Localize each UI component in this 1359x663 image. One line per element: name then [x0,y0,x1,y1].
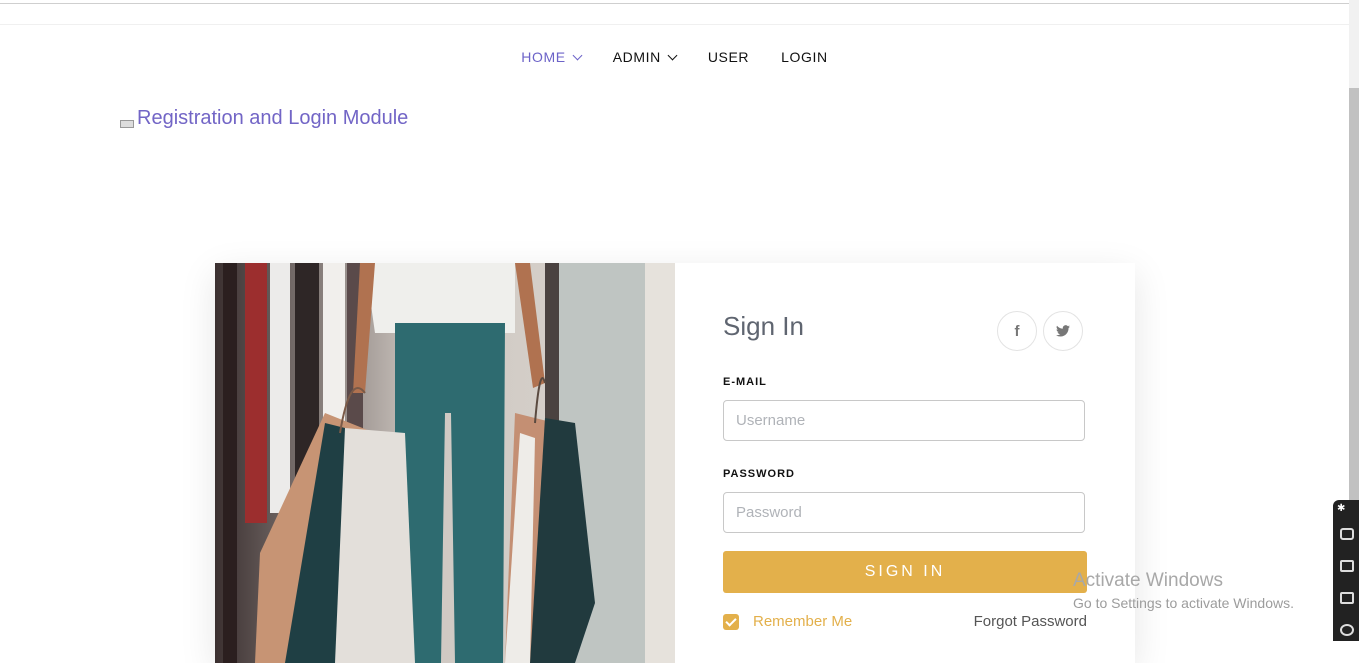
nav-item-label: HOME [521,49,566,65]
watermark-subtitle: Go to Settings to activate Windows. [1073,595,1294,611]
pin-icon[interactable]: ✱ [1337,503,1345,514]
facebook-icon[interactable]: f [997,311,1037,351]
camera-icon[interactable] [1340,528,1354,540]
brand-link[interactable]: Registration and Login Module [120,107,408,130]
signin-button[interactable]: SIGN IN [723,551,1087,593]
shopping-bags-photo [215,263,675,663]
login-card: Sign In f E-MAIL PASSWORD SIGN IN Rememb… [215,263,1135,663]
password-label: PASSWORD [723,468,795,480]
nav-item-admin[interactable]: ADMIN [612,44,678,70]
browser-top-border [0,0,1349,4]
main-nav: HOME ADMIN USER LOGIN [0,44,1349,70]
nav-item-user[interactable]: USER [708,44,749,70]
remember-me-checkbox[interactable]: Remember Me [723,613,852,630]
header-divider [0,24,1349,25]
email-label: E-MAIL [723,376,767,388]
brand-title: Registration and Login Module [137,107,409,129]
floating-capture-toolbar: ✱ [1333,500,1359,641]
signin-title: Sign In [723,311,804,341]
twitter-icon[interactable] [1043,311,1083,351]
windows-activation-watermark: Activate Windows Go to Settings to activ… [1073,570,1294,611]
nav-item-label: ADMIN [612,49,661,65]
username-input[interactable] [723,400,1085,441]
broken-logo-image [120,120,134,128]
remember-me-label: Remember Me [753,613,853,630]
facebook-glyph: f [1014,322,1020,340]
forgot-password-link[interactable]: Forgot Password [974,613,1087,630]
watermark-title: Activate Windows [1073,570,1223,591]
social-buttons: f [997,311,1083,351]
nav-item-label: USER [707,49,750,65]
checkbox-checked-icon[interactable] [723,613,739,630]
gallery-icon[interactable] [1340,592,1354,604]
nav-item-login[interactable]: LOGIN [781,44,828,70]
chevron-down-icon [572,50,583,60]
chevron-down-icon [667,50,678,60]
nav-item-label: LOGIN [781,49,828,65]
gear-icon[interactable] [1340,624,1354,636]
video-icon[interactable] [1340,560,1354,572]
nav-item-home[interactable]: HOME [521,44,583,70]
password-input[interactable] [723,492,1085,533]
